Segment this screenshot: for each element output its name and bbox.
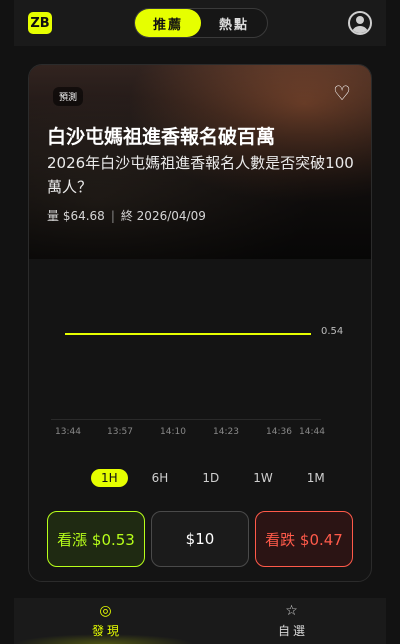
top-bar: ZB 推薦 熱點 [14, 0, 386, 46]
market-title: 白沙屯媽祖進香報名破百萬 [47, 126, 276, 148]
range-6h[interactable]: 6H [142, 469, 179, 487]
bottom-navigation: ◎ 發現 ☆ 自選 [14, 598, 386, 644]
nav-discover[interactable]: ◎ 發現 [14, 598, 200, 644]
x-tick: 14:10 [160, 427, 186, 437]
x-axis [51, 419, 321, 420]
x-tick: 14:36 [266, 427, 292, 437]
buy-down-button[interactable]: 看跌 $0.47 [255, 511, 353, 567]
time-range-selector: 1H 6H 1D 1W 1M [91, 469, 335, 487]
heart-icon[interactable]: ♡ [333, 83, 355, 103]
price-line [65, 333, 311, 335]
market-subtitle: 2026年白沙屯媽祖進香報名人數是否突破100萬人？ [47, 154, 354, 196]
volume-label: 量 $64.68 [47, 209, 105, 223]
market-meta: 量 $64.68 | 終 2026/04/09 [47, 207, 206, 224]
amount-button[interactable]: $10 [151, 511, 249, 567]
app-logo-icon[interactable]: ZB [28, 12, 52, 34]
range-1m[interactable]: 1M [297, 469, 335, 487]
market-card[interactable]: 預測 ♡ 白沙屯媽祖進香報名破百萬 2026年白沙屯媽祖進香報名人數是否突破10… [28, 64, 372, 582]
price-chart: 0.54 13:44 13:57 14:10 14:23 14:36 14:44 [29, 259, 371, 449]
end-date-label: 終 2026/04/09 [120, 209, 206, 223]
range-1w[interactable]: 1W [243, 469, 283, 487]
top-tabs: 推薦 熱點 [134, 8, 268, 38]
trade-buttons: 看漲 $0.53 $10 看跌 $0.47 [47, 511, 357, 567]
range-1h[interactable]: 1H [91, 469, 128, 487]
price-line-label: 0.54 [321, 326, 344, 337]
star-icon: ☆ [285, 602, 301, 619]
nav-watchlist[interactable]: ☆ 自選 [200, 598, 386, 644]
active-tab-glow [14, 634, 194, 644]
x-tick: 13:44 [55, 427, 81, 437]
profile-avatar-icon[interactable] [348, 11, 372, 35]
prediction-badge: 預測 [53, 87, 84, 106]
buy-up-button[interactable]: 看漲 $0.53 [47, 511, 145, 567]
tab-recommended[interactable]: 推薦 [135, 9, 201, 37]
meta-divider: | [110, 208, 115, 223]
tab-hot[interactable]: 熱點 [201, 9, 267, 37]
x-tick: 14:44 [299, 427, 325, 437]
market-hero-image: 預測 ♡ 白沙屯媽祖進香報名破百萬 2026年白沙屯媽祖進香報名人數是否突破10… [29, 65, 371, 259]
x-tick: 14:23 [213, 427, 239, 437]
range-1d[interactable]: 1D [192, 469, 229, 487]
x-tick: 13:57 [107, 427, 133, 437]
nav-watchlist-label: 自選 [277, 623, 308, 638]
compass-icon: ◎ [99, 602, 115, 619]
